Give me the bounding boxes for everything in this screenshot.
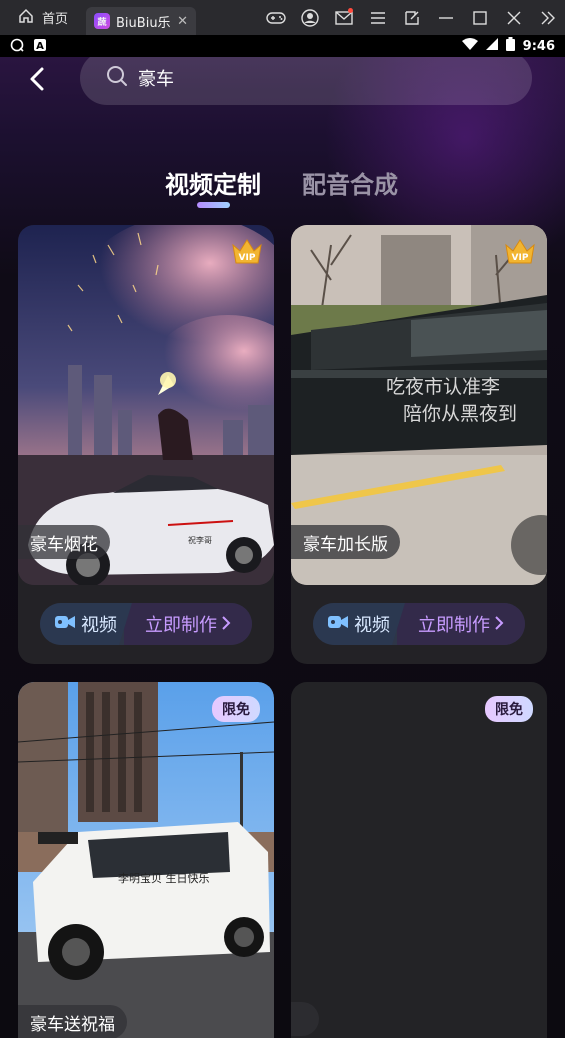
wifi-icon (461, 38, 478, 54)
card-title: 豪车烟花 (18, 525, 110, 559)
make-now-label[interactable]: 立即制作 (124, 603, 252, 645)
card-title: 豪车送祝福 (18, 1005, 127, 1038)
close-tab-icon[interactable]: ✕ (177, 14, 188, 29)
car-door-text: 祝李哥 (188, 535, 212, 545)
action-label-text: 立即制作 (145, 615, 217, 636)
template-card[interactable]: 限免 (291, 682, 547, 1038)
back-button[interactable] (24, 65, 52, 93)
video-camera-icon (55, 614, 75, 635)
home-tab[interactable]: 首页 (0, 0, 86, 35)
car-door-text: 李明宝贝 生日快乐 (118, 871, 210, 885)
template-card[interactable]: 祝李哥 VIP 豪车烟花 视频 立即制作 (18, 225, 274, 664)
signal-icon (485, 38, 498, 54)
maximize-icon[interactable] (463, 0, 497, 35)
tab-video-custom[interactable]: 视频定制 (165, 165, 261, 200)
account-icon[interactable] (293, 0, 327, 35)
clock: 9:46 (522, 38, 555, 54)
home-tab-label: 首页 (42, 12, 69, 27)
card-title: 豪车加长版 (291, 525, 400, 559)
tab-dubbing[interactable]: 配音合成 (302, 165, 398, 200)
gamepad-icon[interactable] (259, 0, 293, 35)
popout-icon[interactable] (395, 0, 429, 35)
expand-sidebar-icon[interactable] (531, 0, 565, 35)
car-side-text-2: 陪你从黑夜到 (403, 403, 517, 425)
g-wagon-image: 李明宝贝 生日快乐 (18, 682, 274, 1038)
app-tab[interactable]: 蔬 BiuBiu乐 ✕ (86, 7, 197, 35)
action-type-text: 视频 (81, 615, 117, 636)
action-label-text: 立即制作 (418, 615, 490, 636)
card-title-placeholder (291, 1002, 319, 1036)
vip-badge: VIP (230, 237, 264, 267)
minimize-icon[interactable] (429, 0, 463, 35)
home-icon (18, 8, 34, 28)
make-now-label[interactable]: 立即制作 (397, 603, 525, 645)
template-card[interactable]: 吃夜市认准李 陪你从黑夜到 VIP 豪车加长版 视频 立即制作 (291, 225, 547, 664)
emulator-title-bar: 首页 蔬 BiuBiu乐 ✕ (0, 0, 565, 35)
card-thumbnail[interactable]: 吃夜市认准李 陪你从黑夜到 VIP 豪车加长版 (291, 225, 547, 585)
chevron-right-icon (494, 614, 504, 635)
app-tab-label: BiuBiu乐 (116, 15, 171, 31)
vip-badge-text: VIP (239, 253, 256, 263)
free-badge: 限免 (212, 696, 260, 722)
vip-badge: VIP (503, 237, 537, 267)
search-input[interactable]: 豪车 (138, 65, 174, 91)
search-bar[interactable]: 豪车 (80, 57, 532, 105)
video-camera-icon (328, 614, 348, 635)
vip-badge-text: VIP (512, 253, 529, 263)
battery-icon (505, 37, 515, 55)
card-thumbnail[interactable]: 祝李哥 VIP 豪车烟花 (18, 225, 274, 585)
notification-dot (348, 8, 353, 13)
chevron-right-icon (221, 614, 231, 635)
active-tab-indicator (197, 202, 230, 208)
app-logo-icon: 蔬 (94, 13, 111, 29)
create-video-button[interactable]: 视频 立即制作 (313, 603, 525, 645)
video-type-label: 视频 (40, 603, 132, 645)
create-video-button[interactable]: 视频 立即制作 (40, 603, 252, 645)
card-thumbnail[interactable]: 李明宝贝 生日快乐 限免 豪车送祝福 (18, 682, 274, 1038)
svg-text:A: A (36, 41, 44, 51)
app-screen: 豪车 视频定制 配音合成 祝李哥 VIP 豪车烟花 视频 立即制作 吃夜市认准李… (0, 57, 565, 1038)
a-notification-icon: A (34, 38, 46, 54)
status-bar: A 9:46 (0, 35, 565, 57)
action-type-text: 视频 (354, 615, 390, 636)
close-window-icon[interactable] (497, 0, 531, 35)
search-icon (106, 65, 128, 91)
chat-notification-icon (10, 38, 24, 55)
car-side-text-1: 吃夜市认准李 (386, 376, 500, 398)
back-arrow-icon (30, 67, 44, 91)
template-card[interactable]: 李明宝贝 生日快乐 限免 豪车送祝福 (18, 682, 274, 1038)
mail-icon[interactable] (327, 0, 361, 35)
free-badge: 限免 (485, 696, 533, 722)
menu-icon[interactable] (361, 0, 395, 35)
video-type-label: 视频 (313, 603, 405, 645)
